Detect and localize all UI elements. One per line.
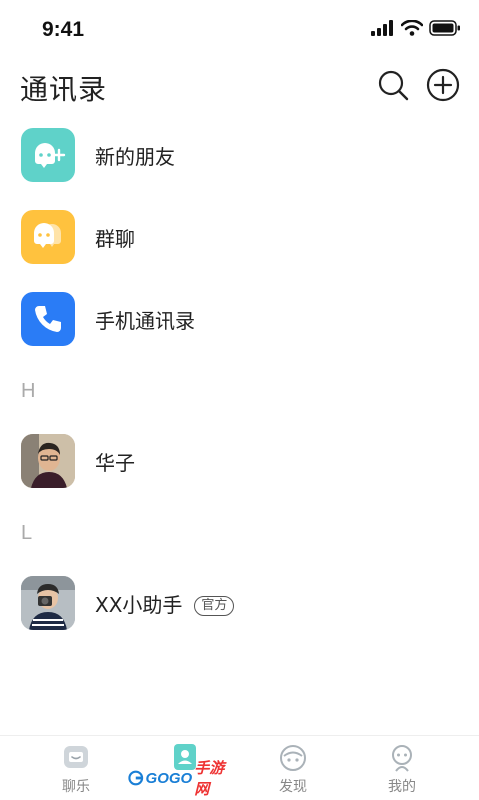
plus-circle-icon bbox=[426, 68, 460, 102]
status-bar: 9:41 bbox=[0, 0, 479, 60]
watermark-g-icon bbox=[128, 770, 144, 786]
tab-bar: 聊乐 发现 我的 bbox=[0, 735, 479, 800]
signal-icon bbox=[371, 20, 393, 36]
discover-icon bbox=[280, 745, 306, 771]
avatar bbox=[21, 576, 75, 630]
tab-chat[interactable]: 聊乐 bbox=[28, 736, 124, 800]
group-chat-row[interactable]: 群聊 bbox=[0, 198, 479, 280]
status-icons bbox=[371, 20, 461, 36]
profile-icon bbox=[392, 745, 412, 772]
new-friends-label: 新的朋友 bbox=[95, 145, 175, 169]
contact-name: 华子 bbox=[95, 451, 135, 475]
contact-name: XX小助手 bbox=[95, 593, 183, 617]
tab-label: 我的 bbox=[388, 779, 416, 795]
new-friends-row[interactable]: 新的朋友 bbox=[0, 116, 479, 198]
avatar bbox=[21, 434, 75, 488]
phone-contacts-label: 手机通讯录 bbox=[95, 309, 195, 333]
add-button[interactable] bbox=[426, 68, 460, 102]
tab-discover[interactable]: 发现 bbox=[245, 736, 341, 800]
battery-icon bbox=[429, 20, 460, 36]
header: 通讯录 bbox=[0, 60, 479, 116]
tab-profile[interactable]: 我的 bbox=[354, 736, 450, 800]
contact-name-with-badge: XX小助手 官方 bbox=[95, 589, 235, 618]
official-badge: 官方 bbox=[194, 596, 235, 616]
phone-icon bbox=[21, 292, 75, 346]
section-header-h: H bbox=[0, 362, 479, 422]
section-header-l: L bbox=[0, 504, 479, 564]
group-chat-label: 群聊 bbox=[95, 227, 135, 251]
watermark-text: GOGO bbox=[145, 769, 193, 787]
section-letter: L bbox=[21, 522, 33, 544]
search-button[interactable] bbox=[376, 68, 410, 102]
tab-label: 发现 bbox=[279, 779, 307, 795]
watermark-logo: GOGO 手游网 bbox=[128, 760, 226, 798]
page-title: 通讯录 bbox=[20, 73, 108, 106]
status-time: 9:41 bbox=[42, 18, 85, 41]
section-letter: H bbox=[21, 380, 36, 402]
chat-icon bbox=[64, 746, 88, 768]
contacts-list: 新的朋友 群聊 手机通讯录 H 华子 L XX小助手 官方 bbox=[0, 116, 479, 646]
search-icon bbox=[378, 70, 409, 101]
contact-row[interactable]: 华子 bbox=[0, 422, 479, 504]
phone-contacts-row[interactable]: 手机通讯录 bbox=[0, 280, 479, 362]
wifi-icon bbox=[401, 20, 423, 36]
new-friend-icon bbox=[21, 128, 75, 182]
contact-row[interactable]: XX小助手 官方 bbox=[0, 564, 479, 646]
group-chat-icon bbox=[21, 210, 75, 264]
tab-label: 聊乐 bbox=[62, 779, 90, 795]
watermark-text: 手游网 bbox=[194, 760, 225, 798]
